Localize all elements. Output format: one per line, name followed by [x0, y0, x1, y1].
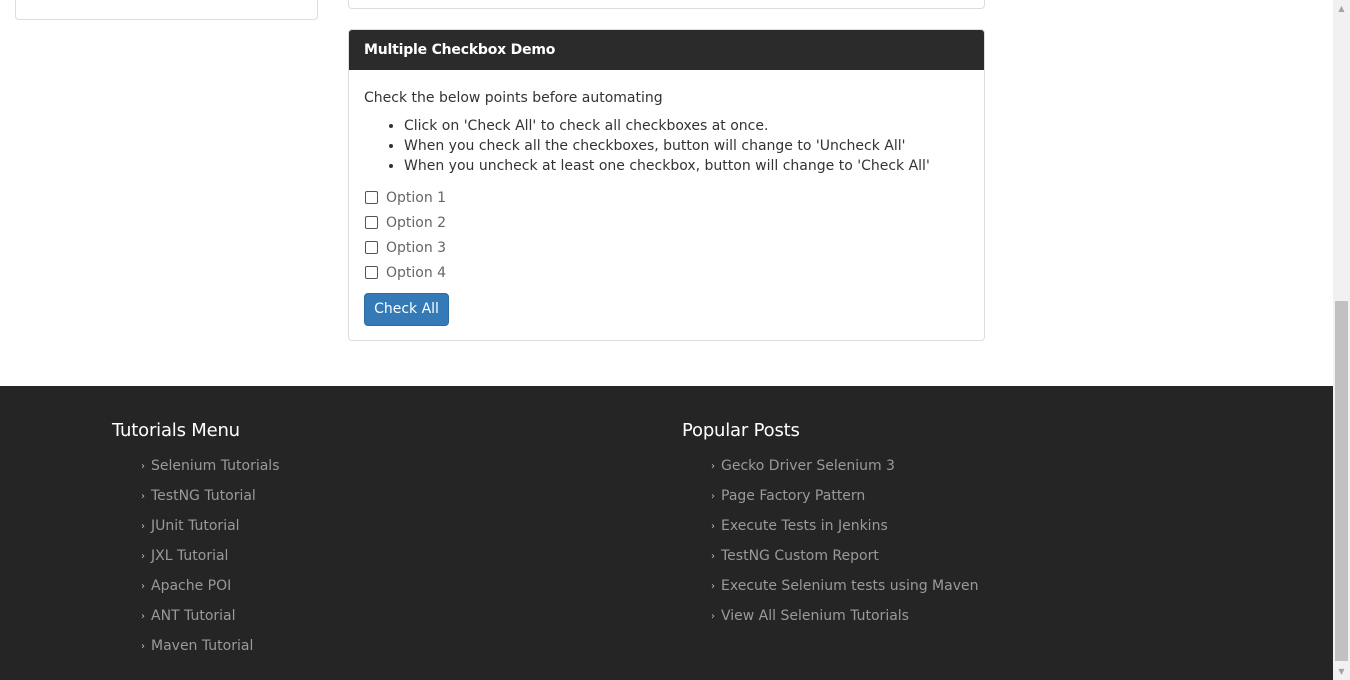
popular-post-item[interactable]: › Gecko Driver Selenium 3 — [711, 451, 979, 481]
rule-item: When you check all the checkboxes, butto… — [404, 136, 969, 156]
option-1-checkbox[interactable] — [365, 191, 378, 204]
popular-posts: Popular Posts › Gecko Driver Selenium 3 ›… — [682, 419, 979, 631]
tutorials-menu-item[interactable]: › Maven Tutorial — [141, 631, 280, 661]
tutorials-menu-item[interactable]: › JXL Tutorial — [141, 541, 280, 571]
option-3: Option 3 — [364, 235, 969, 260]
chevron-right-icon: › — [711, 611, 715, 622]
popular-posts-list: › Gecko Driver Selenium 3 › Page Factory P… — [682, 451, 979, 631]
popular-post-item[interactable]: › Page Factory Pattern — [711, 481, 979, 511]
tutorials-menu-link[interactable]: Selenium Tutorials — [151, 451, 280, 481]
footer: Tutorials Menu › Selenium Tutorials › Test… — [0, 386, 1333, 680]
multiple-checkbox-panel: Multiple Checkbox Demo Check the below p… — [348, 29, 985, 341]
tutorials-menu-item[interactable]: › JUnit Tutorial — [141, 511, 280, 541]
tutorials-menu: Tutorials Menu › Selenium Tutorials › Test… — [112, 419, 280, 661]
tutorials-menu-link[interactable]: Maven Tutorial — [151, 631, 253, 661]
vertical-scrollbar[interactable]: ▲ ▼ — [1333, 0, 1350, 680]
option-3-label[interactable]: Option 3 — [386, 240, 446, 256]
chevron-right-icon: › — [141, 491, 145, 502]
popular-post-item[interactable]: › Execute Selenium tests using Maven — [711, 571, 979, 601]
option-3-checkbox[interactable] — [365, 241, 378, 254]
popular-posts-title: Popular Posts — [682, 420, 800, 441]
option-2-checkbox[interactable] — [365, 216, 378, 229]
rule-item: When you uncheck at least one checkbox, … — [404, 156, 969, 176]
options-list: Option 1 Option 2 Option 3 Option 4 — [364, 185, 969, 285]
tutorials-menu-item[interactable]: › Selenium Tutorials — [141, 451, 280, 481]
option-4: Option 4 — [364, 260, 969, 285]
intro-text: Check the below points before automating — [364, 90, 663, 106]
panel-heading: Multiple Checkbox Demo — [349, 30, 984, 70]
chevron-right-icon: › — [711, 521, 715, 532]
scrollbar-thumb[interactable] — [1335, 301, 1348, 661]
popular-post-link[interactable]: Page Factory Pattern — [721, 481, 865, 511]
tutorials-menu-item[interactable]: › Apache POI — [141, 571, 280, 601]
tutorials-menu-link[interactable]: JUnit Tutorial — [151, 511, 240, 541]
popular-post-link[interactable]: Execute Selenium tests using Maven — [721, 571, 979, 601]
popular-post-item[interactable]: › TestNG Custom Report — [711, 541, 979, 571]
popular-post-link[interactable]: Gecko Driver Selenium 3 — [721, 451, 895, 481]
scroll-down-arrow-icon[interactable]: ▼ — [1333, 663, 1350, 680]
check-all-button[interactable]: Check All — [364, 293, 449, 326]
tutorials-menu-link[interactable]: JXL Tutorial — [151, 541, 228, 571]
option-2-label[interactable]: Option 2 — [386, 215, 446, 231]
page-viewport: Multiple Checkbox Demo Check the below p… — [0, 0, 1333, 680]
option-1-label[interactable]: Option 1 — [386, 190, 446, 206]
tutorials-menu-link[interactable]: ANT Tutorial — [151, 601, 236, 631]
chevron-right-icon: › — [141, 611, 145, 622]
chevron-right-icon: › — [141, 521, 145, 532]
popular-post-item[interactable]: › Execute Tests in Jenkins — [711, 511, 979, 541]
tutorials-menu-link[interactable]: TestNG Tutorial — [151, 481, 256, 511]
panel-body: Check the below points before automating… — [349, 70, 984, 326]
chevron-right-icon: › — [141, 461, 145, 472]
chevron-right-icon: › — [711, 491, 715, 502]
popular-post-item[interactable]: › View All Selenium Tutorials — [711, 601, 979, 631]
chevron-right-icon: › — [711, 461, 715, 472]
tutorials-menu-list: › Selenium Tutorials › TestNG Tutorial › JU… — [112, 451, 280, 661]
rule-item: Click on 'Check All' to check all checkb… — [404, 116, 969, 136]
chevron-right-icon: › — [141, 581, 145, 592]
option-2: Option 2 — [364, 210, 969, 235]
previous-panel — [348, 0, 985, 9]
scroll-up-arrow-icon[interactable]: ▲ — [1333, 0, 1350, 17]
chevron-right-icon: › — [711, 581, 715, 592]
tutorials-menu-item[interactable]: › TestNG Tutorial — [141, 481, 280, 511]
option-1: Option 1 — [364, 185, 969, 210]
tutorials-menu-item[interactable]: › ANT Tutorial — [141, 601, 280, 631]
popular-post-link[interactable]: TestNG Custom Report — [721, 541, 879, 571]
chevron-right-icon: › — [711, 551, 715, 562]
chevron-right-icon: › — [141, 641, 145, 652]
tutorials-menu-title: Tutorials Menu — [112, 420, 240, 441]
popular-post-link[interactable]: View All Selenium Tutorials — [721, 601, 909, 631]
option-4-label[interactable]: Option 4 — [386, 265, 446, 281]
popular-post-link[interactable]: Execute Tests in Jenkins — [721, 511, 888, 541]
rules-list: Click on 'Check All' to check all checkb… — [364, 116, 969, 176]
chevron-right-icon: › — [141, 551, 145, 562]
tutorials-menu-link[interactable]: Apache POI — [151, 571, 231, 601]
sidebar-panel — [15, 0, 318, 20]
option-4-checkbox[interactable] — [365, 266, 378, 279]
